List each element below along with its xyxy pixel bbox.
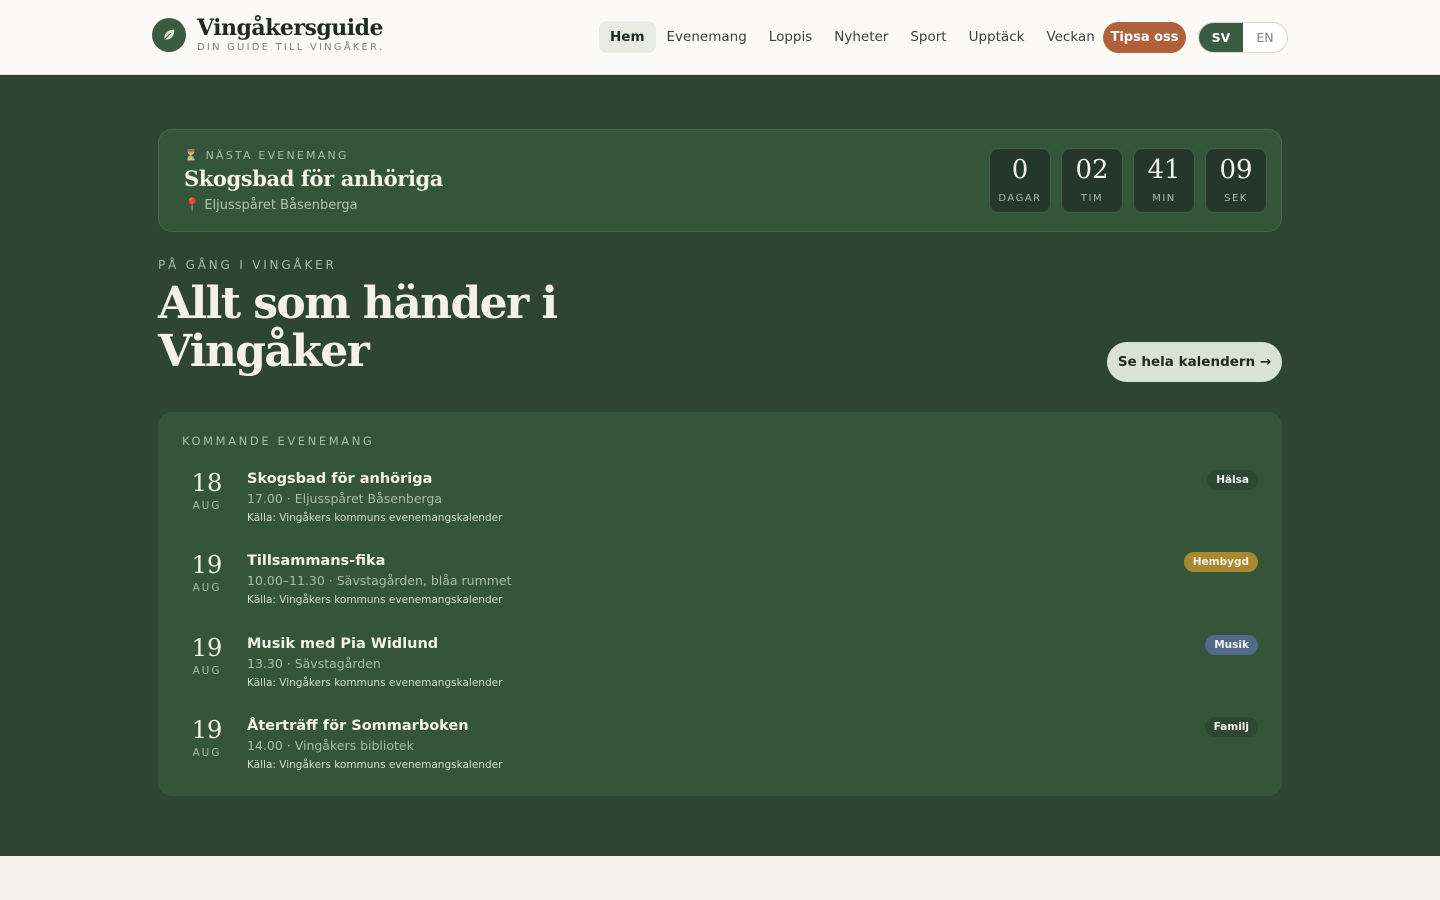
event-meta: 13.30 · Sävstagården bbox=[247, 656, 381, 671]
event-title: Musik med Pia Widlund bbox=[247, 636, 439, 652]
event-meta: 17.00 · Eljusspåret Båsenberga bbox=[247, 491, 443, 506]
event-day: 19 bbox=[191, 551, 223, 579]
event-item[interactable]: 19 AUG Återträff för Sommarboken 14.00 ·… bbox=[158, 715, 1282, 789]
event-day: 18 bbox=[191, 469, 223, 497]
event-source: Källa: Vingåkers kommuns evenemangskalen… bbox=[247, 512, 503, 524]
event-title: Tillsammans-fika bbox=[247, 553, 386, 569]
nav-item-upptack[interactable]: Upptäck bbox=[958, 21, 1036, 53]
event-month: AUG bbox=[192, 500, 222, 512]
event-meta: 14.00 · Vingåkers bibliotek bbox=[247, 738, 414, 753]
lang-sv-button[interactable]: SV bbox=[1199, 23, 1243, 52]
next-event-kicker: ⏳ NÄSTA EVENEMANG bbox=[184, 149, 349, 162]
next-event-title: Skogsbad för anhöriga bbox=[184, 166, 444, 191]
leaf-icon bbox=[152, 17, 186, 52]
brand-name: Vingåkersguide bbox=[197, 15, 384, 41]
event-item[interactable]: 19 AUG Tillsammans-fika 10.00–11.30 · Sä… bbox=[158, 550, 1282, 624]
category-badge: Hembygd bbox=[1183, 552, 1258, 572]
countdown-days: 0 DAGAR bbox=[989, 148, 1051, 213]
nav-item-sport[interactable]: Sport bbox=[899, 21, 957, 53]
event-title: Återträff för Sommarboken bbox=[247, 718, 469, 734]
next-event-place: 📍 Eljusspåret Båsenberga bbox=[184, 198, 358, 213]
tip-button[interactable]: Tipsa oss bbox=[1103, 22, 1186, 53]
upcoming-events-panel: KOMMANDE EVENEMANG 18 AUG Skogsbad för a… bbox=[158, 412, 1282, 796]
see-calendar-button[interactable]: Se hela kalendern → bbox=[1107, 342, 1282, 382]
brand-tagline: DIN GUIDE TILL VINGÅKER. bbox=[197, 42, 385, 53]
category-badge: Familj bbox=[1204, 717, 1258, 737]
lang-en-button[interactable]: EN bbox=[1243, 23, 1287, 52]
main-nav: Hem Evenemang Loppis Nyheter Sport Upptä… bbox=[599, 21, 1106, 53]
category-badge: Musik bbox=[1205, 635, 1258, 655]
nav-item-loppis[interactable]: Loppis bbox=[758, 21, 823, 53]
event-day: 19 bbox=[191, 716, 223, 744]
hourglass-icon: ⏳ bbox=[184, 149, 200, 162]
page-footer-area bbox=[0, 856, 1440, 900]
nav-item-nyheter[interactable]: Nyheter bbox=[823, 21, 899, 53]
countdown-seconds: 09 SEK bbox=[1205, 148, 1267, 213]
nav-item-evenemang[interactable]: Evenemang bbox=[656, 21, 758, 53]
event-month: AUG bbox=[192, 665, 222, 677]
event-day: 19 bbox=[191, 634, 223, 662]
event-item[interactable]: 19 AUG Musik med Pia Widlund 13.30 · Säv… bbox=[158, 633, 1282, 707]
next-event-card[interactable]: ⏳ NÄSTA EVENEMANG Skogsbad för anhöriga … bbox=[158, 129, 1282, 232]
category-badge: Hälsa bbox=[1207, 470, 1258, 490]
countdown: 0 DAGAR 02 TIM 41 MIN 09 SEK bbox=[979, 148, 1267, 213]
event-source: Källa: Vingåkers kommuns evenemangskalen… bbox=[247, 677, 503, 689]
event-month: AUG bbox=[192, 747, 222, 759]
event-title: Skogsbad för anhöriga bbox=[247, 471, 433, 487]
nav-item-veckan[interactable]: Veckan bbox=[1035, 21, 1105, 53]
pin-icon: 📍 bbox=[184, 198, 201, 213]
hero-kicker: PÅ GÅNG I VINGÅKER bbox=[158, 258, 337, 272]
hero-title: Allt som händer i Vingåker bbox=[158, 278, 558, 377]
event-source: Källa: Vingåkers kommuns evenemangskalen… bbox=[247, 759, 503, 771]
event-source: Källa: Vingåkers kommuns evenemangskalen… bbox=[247, 594, 503, 606]
countdown-hours: 02 TIM bbox=[1061, 148, 1123, 213]
event-month: AUG bbox=[192, 582, 222, 594]
nav-item-hem[interactable]: Hem bbox=[599, 21, 656, 53]
brand[interactable]: Vingåkersguide DIN GUIDE TILL VINGÅKER. bbox=[152, 16, 384, 53]
language-switch: SV EN bbox=[1198, 22, 1288, 53]
countdown-minutes: 41 MIN bbox=[1133, 148, 1195, 213]
hero-section: ⏳ NÄSTA EVENEMANG Skogsbad för anhöriga … bbox=[0, 75, 1440, 856]
event-item[interactable]: 18 AUG Skogsbad för anhöriga 17.00 · Elj… bbox=[158, 468, 1282, 542]
event-meta: 10.00–11.30 · Sävstagården, blåa rummet bbox=[247, 573, 512, 588]
events-heading: KOMMANDE EVENEMANG bbox=[182, 434, 375, 448]
site-header: Vingåkersguide DIN GUIDE TILL VINGÅKER. … bbox=[0, 0, 1440, 75]
